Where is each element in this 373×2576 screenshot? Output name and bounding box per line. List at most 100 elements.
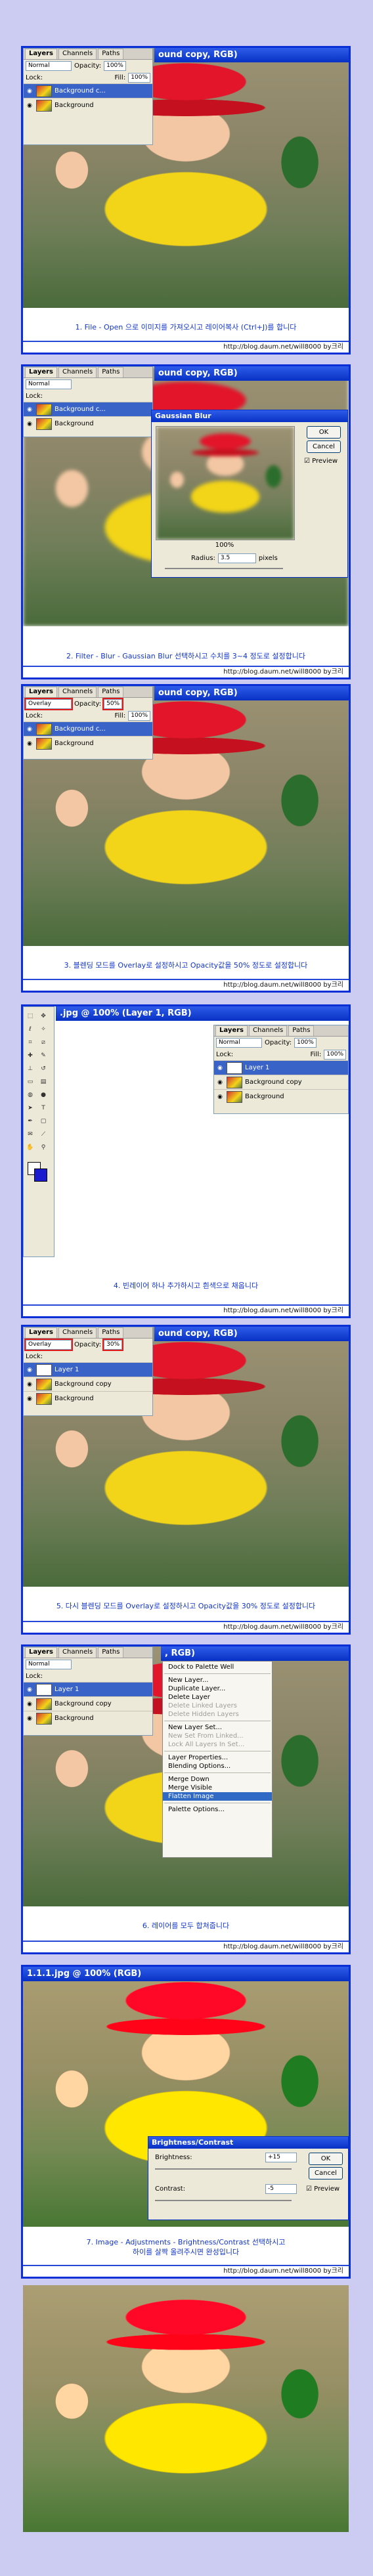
layer-row[interactable]: ◉ Background	[24, 1711, 152, 1725]
tab-layers[interactable]: Layers	[25, 49, 57, 59]
eye-icon[interactable]: ◉	[26, 741, 33, 747]
eye-icon[interactable]: ◉	[26, 406, 33, 413]
tab-channels[interactable]: Channels	[249, 1025, 288, 1036]
tab-channels[interactable]: Channels	[58, 367, 97, 377]
eye-icon[interactable]: ◉	[26, 1701, 33, 1707]
fill-field[interactable]: 100%	[128, 72, 150, 83]
layer-row[interactable]: ◉ Background c...	[24, 721, 152, 736]
opacity-field[interactable]: 30%	[102, 1338, 124, 1351]
eye-icon[interactable]: ◉	[216, 1094, 224, 1100]
tab-paths[interactable]: Paths	[98, 367, 124, 377]
layer-row[interactable]: ◉ Background	[24, 1391, 152, 1406]
tab-channels[interactable]: Channels	[58, 49, 97, 59]
blend-mode-select[interactable]: Overlay	[24, 697, 73, 710]
menu-item-blending-options[interactable]: Blending Options...	[163, 1762, 272, 1771]
tab-paths[interactable]: Paths	[98, 1327, 124, 1338]
preview-checkbox[interactable]: ☑ Preview	[306, 2185, 340, 2193]
path-select-icon[interactable]: ➤	[26, 1104, 34, 1112]
type-tool-icon[interactable]: T	[39, 1104, 47, 1112]
stamp-tool-icon[interactable]: ⊥	[26, 1065, 34, 1073]
brush-tool-icon[interactable]: ✎	[39, 1052, 47, 1060]
layer-row[interactable]: ◉ Background copy	[214, 1075, 348, 1089]
menu-item-new-layer[interactable]: New Layer...	[163, 1676, 272, 1685]
menu-item-delete-layer[interactable]: Delete Layer	[163, 1693, 272, 1702]
blend-mode-select[interactable]: Overlay	[24, 1338, 73, 1351]
tab-layers[interactable]: Layers	[25, 1327, 57, 1338]
shape-tool-icon[interactable]: ▢	[39, 1117, 47, 1125]
menu-item-palette-options[interactable]: Palette Options...	[163, 1805, 272, 1814]
layer-row[interactable]: ◉ Background c...	[24, 83, 152, 98]
eye-icon[interactable]: ◉	[26, 726, 33, 733]
credit-link[interactable]: http://blog.daum.net/will8000 by크리	[223, 666, 343, 676]
menu-item-flatten-image[interactable]: Flatten Image	[163, 1792, 272, 1801]
contrast-input[interactable]: -5	[265, 2184, 297, 2194]
layer-row[interactable]: ◉ Background	[24, 98, 152, 112]
eye-icon[interactable]: ◉	[26, 1686, 33, 1693]
eye-icon[interactable]: ◉	[26, 88, 33, 95]
radius-slider[interactable]	[165, 568, 283, 569]
credit-link[interactable]: http://blog.daum.net/will8000 by크리	[223, 1304, 343, 1314]
layer-row[interactable]: ◉ Background c...	[24, 402, 152, 416]
menu-item-layer-properties[interactable]: Layer Properties...	[163, 1753, 272, 1762]
opacity-field[interactable]: 100%	[294, 1037, 317, 1048]
layer-row[interactable]: ◉ Background	[214, 1089, 348, 1104]
credit-link[interactable]: http://blog.daum.net/will8000 by크리	[223, 979, 343, 989]
lasso-tool-icon[interactable]: ℓ	[26, 1025, 34, 1033]
eye-icon[interactable]: ◉	[26, 1367, 33, 1373]
contrast-slider[interactable]	[155, 2200, 292, 2201]
layer-row[interactable]: ◉ Background	[24, 736, 152, 750]
tab-layers[interactable]: Layers	[25, 1647, 57, 1658]
menu-item-merge-visible[interactable]: Merge Visible	[163, 1784, 272, 1792]
tab-paths[interactable]: Paths	[98, 1647, 124, 1658]
credit-link[interactable]: http://blog.daum.net/will8000 by크리	[223, 1621, 343, 1631]
layer-row[interactable]: ◉ Layer 1	[214, 1060, 348, 1075]
layer-row[interactable]: ◉ Background copy	[24, 1696, 152, 1711]
marquee-tool-icon[interactable]: ⬚	[26, 1012, 34, 1020]
menu-item-merge-down[interactable]: Merge Down	[163, 1775, 272, 1784]
tab-layers[interactable]: Layers	[25, 687, 57, 697]
fill-field[interactable]: 100%	[128, 710, 150, 721]
menu-item-dock[interactable]: Dock to Palette Well	[163, 1663, 272, 1671]
tab-channels[interactable]: Channels	[58, 1327, 97, 1338]
eye-icon[interactable]: ◉	[26, 1715, 33, 1722]
menu-item-duplicate-layer[interactable]: Duplicate Layer...	[163, 1685, 272, 1693]
brightness-slider[interactable]	[155, 2168, 292, 2170]
blend-mode-select[interactable]: Normal	[26, 379, 72, 389]
blend-mode-select[interactable]: Normal	[216, 1037, 262, 1048]
eye-icon[interactable]: ◉	[26, 102, 33, 109]
notes-tool-icon[interactable]: ✉	[26, 1130, 34, 1138]
credit-link[interactable]: http://blog.daum.net/will8000 by크리	[223, 2265, 343, 2275]
radius-input[interactable]: 3.5	[217, 553, 256, 563]
magic-wand-icon[interactable]: ✧	[39, 1025, 47, 1033]
dodge-tool-icon[interactable]: ●	[39, 1091, 47, 1099]
eraser-tool-icon[interactable]: ▭	[26, 1078, 34, 1086]
layer-row[interactable]: ◉ Background copy	[24, 1377, 152, 1391]
layer-row[interactable]: ◉ Layer 1	[24, 1682, 152, 1696]
cancel-button[interactable]: Cancel	[309, 2167, 343, 2179]
tab-paths[interactable]: Paths	[98, 49, 124, 59]
menu-item-new-layer-set[interactable]: New Layer Set...	[163, 1723, 272, 1732]
eye-icon[interactable]: ◉	[216, 1079, 224, 1086]
ok-button[interactable]: OK	[309, 2153, 343, 2165]
credit-link[interactable]: http://blog.daum.net/will8000 by크리	[223, 1941, 343, 1950]
eye-icon[interactable]: ◉	[26, 1381, 33, 1388]
eye-icon[interactable]: ◉	[26, 421, 33, 427]
ok-button[interactable]: OK	[307, 426, 341, 439]
slice-tool-icon[interactable]: ⧄	[39, 1039, 47, 1046]
blur-tool-icon[interactable]: ◍	[26, 1091, 34, 1099]
credit-link[interactable]: http://blog.daum.net/will8000 by크리	[223, 341, 343, 351]
tab-channels[interactable]: Channels	[58, 1647, 97, 1658]
healing-brush-icon[interactable]: ✚	[26, 1052, 34, 1060]
preview-checkbox[interactable]: ☑ Preview	[304, 458, 338, 465]
eye-icon[interactable]: ◉	[216, 1065, 224, 1071]
blend-mode-select[interactable]: Normal	[26, 60, 72, 71]
opacity-field[interactable]: 50%	[102, 697, 124, 710]
eyedropper-icon[interactable]: ⟋	[39, 1130, 47, 1138]
eye-icon[interactable]: ◉	[26, 1396, 33, 1402]
tab-channels[interactable]: Channels	[58, 687, 97, 697]
hand-tool-icon[interactable]: ✋	[26, 1144, 34, 1151]
tab-layers[interactable]: Layers	[215, 1025, 248, 1036]
move-tool-icon[interactable]: ✥	[39, 1012, 47, 1020]
layer-row[interactable]: ◉ Layer 1	[24, 1362, 152, 1377]
pen-tool-icon[interactable]: ✒	[26, 1117, 34, 1125]
